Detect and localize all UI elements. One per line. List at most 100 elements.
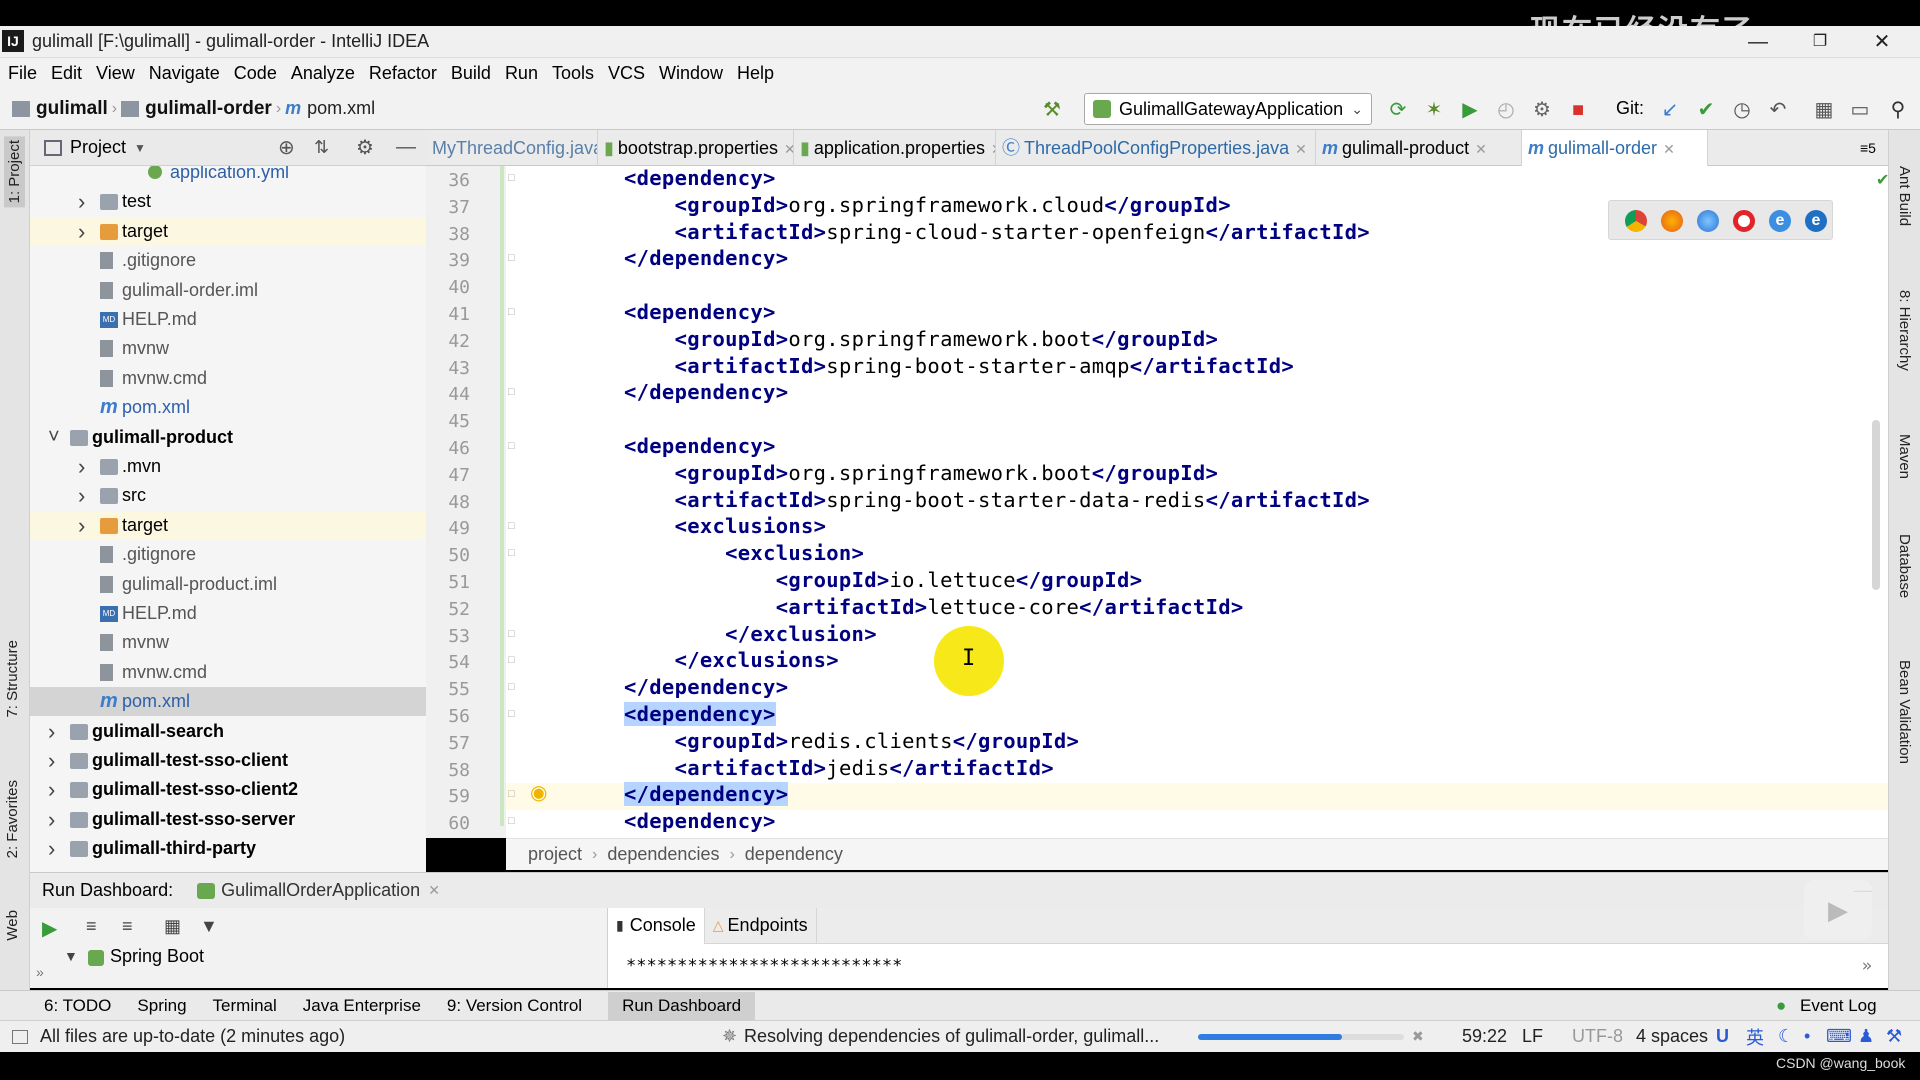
safari-icon[interactable] [1697, 210, 1719, 232]
close-tab-icon[interactable]: ✕ [1475, 141, 1487, 157]
side-tab-favorites[interactable]: 2: Favorites [4, 780, 21, 858]
menu-help[interactable]: Help [737, 63, 774, 84]
tab-endpoints[interactable]: △ Endpoints [705, 907, 817, 944]
tree-item[interactable]: › target [30, 510, 426, 540]
video-play-icon[interactable]: ▶ [1804, 880, 1872, 940]
caret-position[interactable]: 59:22 [1462, 1026, 1507, 1047]
tree-item[interactable]: application.yml [30, 166, 426, 187]
wrench-icon[interactable]: ⚒ [1886, 1026, 1902, 1047]
nav-crumb-project[interactable]: gulimall [36, 98, 108, 120]
tree-item[interactable]: › test [30, 187, 426, 216]
fold-marker-icon[interactable]: □ [508, 788, 515, 800]
tool-tab-spring[interactable]: Spring [137, 996, 186, 1016]
git-commit-icon[interactable]: ✔ [1694, 98, 1718, 122]
tree-item[interactable]: › .mvn [30, 452, 426, 481]
collapse-all-icon[interactable]: ⇅ [314, 137, 329, 158]
expand-all-icon[interactable]: ≡ [86, 916, 97, 937]
chrome-icon[interactable] [1625, 210, 1647, 232]
fold-marker-icon[interactable]: □ [508, 172, 515, 184]
close-tab-icon[interactable]: ✕ [1663, 141, 1675, 157]
run-config-select[interactable]: GulimallGatewayApplication ⌄ [1084, 93, 1372, 125]
side-tab-structure[interactable]: 7: Structure [4, 640, 21, 718]
tool-tab-todo[interactable]: 6: TODO [44, 996, 111, 1016]
project-panel-title[interactable]: Project [70, 137, 126, 158]
fold-marker-icon[interactable]: □ [508, 306, 515, 318]
breadcrumb-project[interactable]: project [528, 844, 582, 865]
tree-item[interactable]: MD HELP.md [30, 599, 426, 628]
search-icon[interactable]: ⚲ [1886, 98, 1910, 122]
side-tab-bean-validation[interactable]: Bean Validation [1896, 660, 1913, 764]
tree-item[interactable]: › gulimall-test-sso-server [30, 805, 426, 834]
close-tab-icon[interactable]: ✕ [784, 141, 793, 157]
tab-application-properties[interactable]: ▮application.properties✕ [794, 130, 996, 166]
tree-item[interactable]: mvnw [30, 334, 426, 363]
chevron-right-icon[interactable]: › [48, 834, 62, 863]
tree-item[interactable]: › gulimall-search [30, 717, 426, 746]
edge-icon[interactable]: e [1805, 210, 1827, 232]
tree-item[interactable]: › src [30, 481, 426, 510]
run-tree-spring-boot[interactable]: Spring Boot [110, 946, 204, 967]
tree-item[interactable]: .gitignore [30, 540, 426, 569]
menu-build[interactable]: Build [451, 63, 491, 84]
breadcrumb-dependency[interactable]: dependency [745, 844, 843, 865]
tree-item[interactable]: › gulimall-test-sso-client [30, 746, 426, 775]
tree-item[interactable]: › gulimall-third-party [30, 834, 426, 863]
tree-item[interactable]: gulimall-product.iml [30, 570, 426, 599]
rerun-icon[interactable]: ⟳ [1386, 98, 1410, 122]
menu-analyze[interactable]: Analyze [291, 63, 355, 84]
menu-window[interactable]: Window [659, 63, 723, 84]
file-encoding[interactable]: UTF-8 [1572, 1026, 1623, 1047]
nav-crumb-module[interactable]: gulimall-order [145, 98, 272, 120]
presentation-icon[interactable]: ▭ [1848, 98, 1872, 122]
tab-overflow-button[interactable]: ≡5 [1856, 130, 1888, 166]
breadcrumb-dependencies[interactable]: dependencies [607, 844, 719, 865]
gear-icon[interactable]: ⚙ [356, 135, 374, 160]
tree-item[interactable]: m pom.xml [30, 393, 426, 422]
tab-gulimall-product[interactable]: m gulimall-product ✕ [1316, 130, 1522, 166]
menu-file[interactable]: File [8, 63, 37, 84]
chevron-right-icon[interactable]: › [78, 481, 92, 510]
more-icon[interactable]: » [1862, 956, 1872, 976]
run-dashboard-app-tab[interactable]: GulimallOrderApplication [221, 880, 420, 901]
close-window-button[interactable]: ✕ [1852, 26, 1912, 58]
menu-refactor[interactable]: Refactor [369, 63, 437, 84]
stop-icon[interactable]: ■ [1566, 98, 1590, 122]
chevron-down-icon[interactable]: ˅ [48, 423, 62, 452]
tree-item[interactable]: MD HELP.md [30, 305, 426, 334]
project-structure-icon[interactable]: ▦ [1812, 98, 1836, 122]
tree-item[interactable]: gulimall-order.iml [30, 276, 426, 305]
tab-console[interactable]: ▮ Console [608, 907, 705, 944]
fold-marker-icon[interactable]: □ [508, 628, 515, 640]
side-tab-web[interactable]: Web [4, 910, 21, 941]
close-tab-icon[interactable]: ✕ [1295, 141, 1307, 157]
restore-button[interactable]: ❐ [1790, 26, 1850, 58]
more-icon[interactable]: » [36, 964, 44, 980]
git-rollback-icon[interactable]: ↶ [1766, 98, 1790, 122]
chevron-right-icon[interactable]: › [48, 775, 62, 804]
tool-tab-terminal[interactable]: Terminal [213, 996, 277, 1016]
chevron-right-icon[interactable]: › [48, 805, 62, 834]
tool-tab-version-control[interactable]: 9: Version Control [447, 996, 582, 1016]
opera-icon[interactable] [1733, 210, 1755, 232]
debug-bug-icon[interactable]: ✶ [1422, 98, 1446, 122]
tree-item[interactable]: › gulimall-test-sso-client2 [30, 775, 426, 804]
group-icon[interactable]: ▦ [164, 916, 181, 937]
chevron-right-icon[interactable]: › [78, 187, 92, 216]
menu-run[interactable]: Run [505, 63, 538, 84]
firefox-icon[interactable] [1661, 210, 1683, 232]
fold-marker-icon[interactable]: □ [508, 815, 515, 827]
fold-marker-icon[interactable]: □ [508, 252, 515, 264]
side-tab-maven[interactable]: Maven [1896, 434, 1913, 479]
hide-panel-icon[interactable]: — [396, 136, 416, 159]
fold-marker-icon[interactable]: □ [508, 547, 515, 559]
keyboard-icon[interactable]: ⌨ [1826, 1026, 1852, 1047]
tool-tab-java-enterprise[interactable]: Java Enterprise [303, 996, 421, 1016]
filter-icon[interactable]: ▼ [200, 916, 218, 937]
tab-mythreadconfig[interactable]: MyThreadConfig.java✕ [426, 130, 598, 166]
event-log-button[interactable]: Event Log [1800, 996, 1877, 1016]
ime-language[interactable]: 英 [1746, 1024, 1764, 1050]
side-tab-project[interactable]: 1: Project [4, 136, 25, 208]
background-task-text[interactable]: Resolving dependencies of gulimall-order… [744, 1026, 1159, 1047]
indent-setting[interactable]: 4 spaces [1636, 1026, 1708, 1047]
minimize-button[interactable]: — [1728, 26, 1788, 58]
